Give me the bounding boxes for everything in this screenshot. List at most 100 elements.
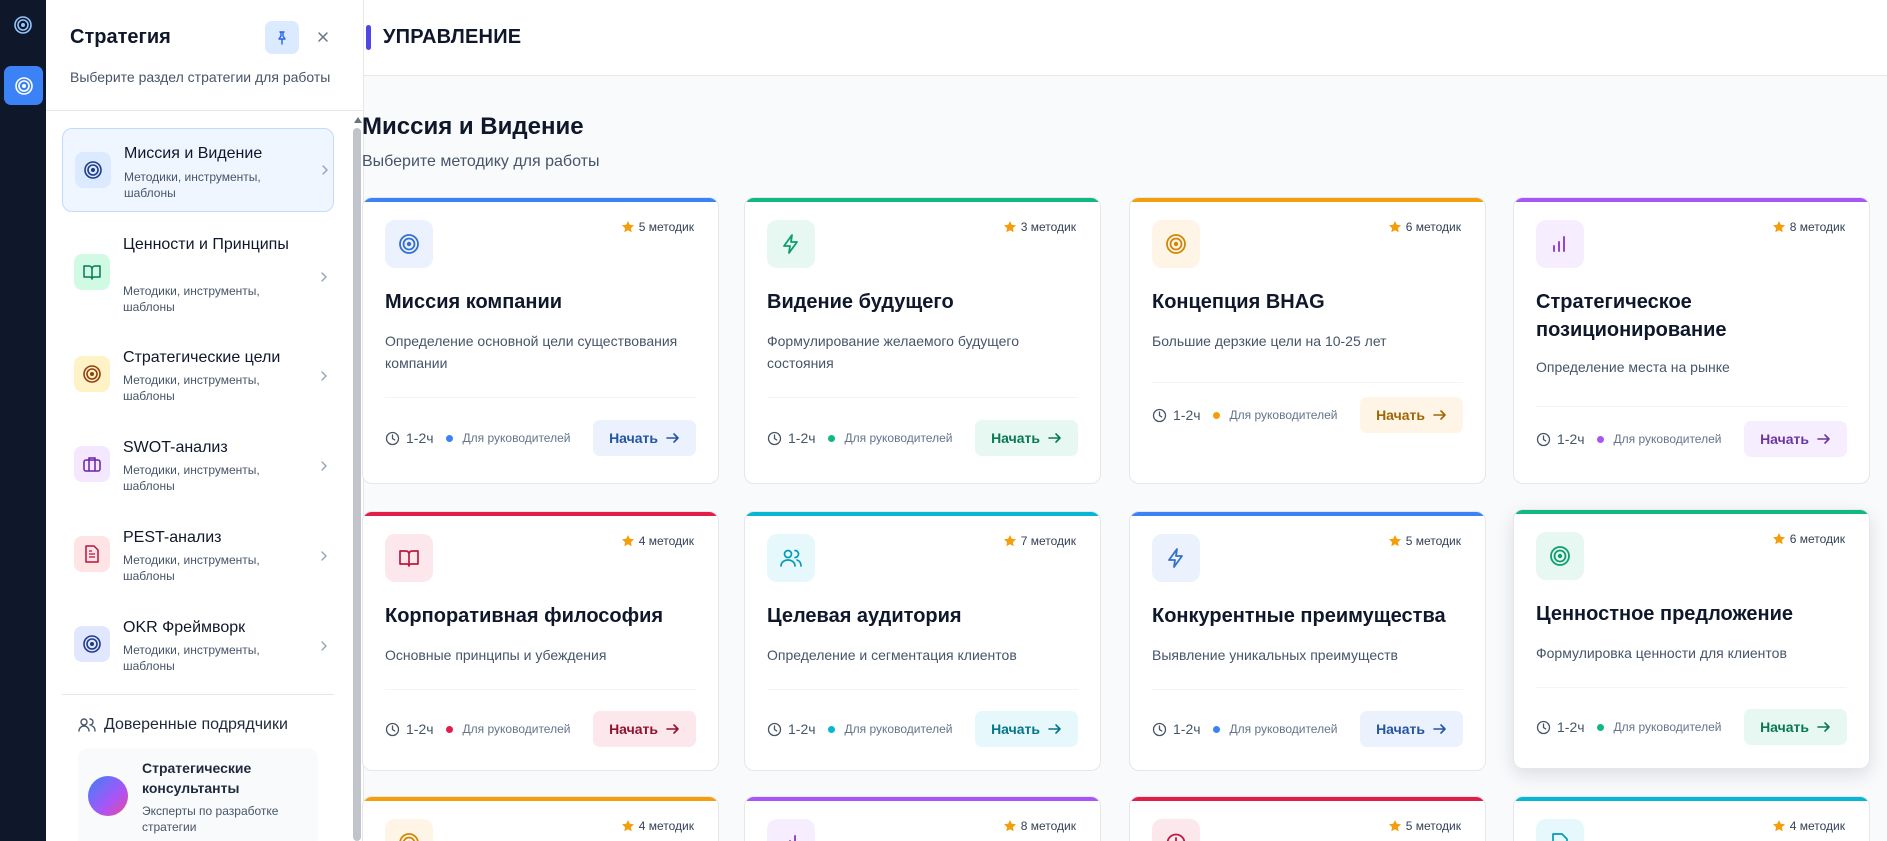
star-icon — [1388, 221, 1401, 233]
duration-text: 1-2ч — [406, 721, 434, 737]
clock-icon — [767, 431, 782, 445]
duration: 1-2ч — [767, 430, 816, 446]
card-accent-bar — [1130, 198, 1485, 202]
start-button[interactable]: Начать — [1360, 397, 1463, 433]
method-card[interactable]: 3 методик Видение будущего Формулирование… — [744, 197, 1101, 484]
method-card[interactable]: 4 методик — [1513, 796, 1870, 841]
methods-count: 6 методик — [1789, 532, 1845, 546]
sidebar-item-label: Стратегические цели — [123, 349, 281, 366]
start-button-label: Начать — [1376, 407, 1425, 423]
trusted-contractors-title: Доверенные подрядчики — [104, 716, 288, 733]
duration-text: 1-2ч — [1557, 431, 1585, 447]
close-icon — [318, 32, 328, 42]
document-icon — [1536, 819, 1584, 841]
card-separator — [1152, 689, 1463, 690]
target-icon — [1152, 220, 1200, 268]
card-title: Миссия компании — [385, 291, 563, 313]
card-separator — [767, 689, 1078, 690]
card-accent-bar — [745, 198, 1100, 202]
contractor-card[interactable]: Стратегические консультанты Эксперты по … — [78, 748, 318, 841]
star-icon — [1003, 221, 1016, 233]
card-title: Корпоративная философия — [385, 605, 664, 627]
strategy-sidebar: Стратегия Выберите раздел стратегии для … — [46, 0, 364, 841]
methods-count-badge: 5 методик — [1388, 534, 1461, 548]
methods-count-badge: 6 методик — [1388, 220, 1461, 234]
start-button[interactable]: Начать — [975, 711, 1078, 747]
star-icon — [1772, 820, 1785, 832]
sidebar-item-okr[interactable]: OKR Фреймворк Методики, инструменты, шаб… — [62, 616, 334, 700]
scroll-up-arrow-icon[interactable] — [354, 117, 362, 123]
header-accent-bar — [366, 25, 371, 50]
arrow-right-icon — [1433, 724, 1446, 734]
audience-dot — [1596, 723, 1604, 731]
methods-count-badge: 4 методик — [621, 819, 694, 833]
start-button[interactable]: Начать — [593, 420, 696, 456]
target-icon — [74, 626, 110, 662]
method-card[interactable]: 6 методик Концепция BHAG Большие дерзкие … — [1129, 197, 1486, 484]
sidebar-item-strategic-goals[interactable]: Стратегические цели Методики, инструмент… — [62, 346, 334, 430]
trusted-contractors-header: Доверенные подрядчики — [78, 714, 288, 736]
audience-dot — [1212, 725, 1220, 733]
start-button[interactable]: Начать — [1744, 709, 1847, 745]
start-button-label: Начать — [609, 430, 658, 446]
start-button[interactable]: Начать — [1360, 711, 1463, 747]
card-accent-bar — [1514, 198, 1869, 202]
methods-count: 3 методик — [1020, 220, 1076, 234]
methods-count-badge: 6 методик — [1772, 532, 1845, 546]
rail-strategy-target-icon[interactable] — [4, 66, 43, 105]
method-card[interactable]: 8 методик Стратегическое позиционировани… — [1513, 197, 1870, 484]
audience-text: Для руководителей — [1613, 432, 1722, 446]
sidebar-item-label: Ценности и Принципы — [123, 236, 289, 253]
duration-text: 1-2ч — [406, 430, 434, 446]
methods-count-badge: 8 методик — [1772, 220, 1845, 234]
methods-count-badge: 4 методик — [1772, 819, 1845, 833]
target-icon — [75, 152, 111, 188]
method-card[interactable]: 7 методик Целевая аудитория Определение и… — [744, 511, 1101, 771]
arrow-right-icon — [1817, 722, 1830, 732]
audience-text: Для руководителей — [844, 722, 953, 736]
star-icon — [621, 221, 634, 233]
clock-icon — [1536, 720, 1551, 734]
chevron-right-icon — [321, 162, 331, 175]
start-button[interactable]: Начать — [1744, 421, 1847, 457]
close-sidebar-button[interactable] — [313, 27, 333, 47]
method-card[interactable]: 6 методик Ценностное предложение Формулир… — [1513, 509, 1870, 769]
duration: 1-2ч — [385, 430, 434, 446]
audience-dot — [1212, 411, 1220, 419]
star-icon — [1388, 820, 1401, 832]
chevron-right-icon — [320, 458, 330, 471]
duration-text: 1-2ч — [1173, 407, 1201, 423]
arrow-right-icon — [1433, 410, 1446, 420]
methods-count: 8 методик — [1020, 819, 1076, 833]
method-card[interactable]: 4 методик — [362, 796, 719, 841]
card-separator — [1536, 687, 1847, 688]
bar-chart-icon — [767, 819, 815, 841]
rail-logo-target-icon[interactable] — [8, 10, 38, 40]
sidebar-scrollbar[interactable] — [351, 117, 362, 841]
book-icon — [385, 534, 433, 582]
sidebar-item-swot[interactable]: SWOT-анализ Методики, инструменты, шабло… — [62, 436, 334, 520]
method-card[interactable]: 5 методик — [1129, 796, 1486, 841]
start-button[interactable]: Начать — [593, 711, 696, 747]
card-title: Целевая аудитория — [767, 605, 962, 627]
sidebar-item-mission-vision[interactable]: Миссия и Видение Методики, инструменты, … — [62, 128, 334, 212]
method-card[interactable]: 8 методик — [744, 796, 1101, 841]
method-card[interactable]: 4 методик Корпоративная философия Основны… — [362, 511, 719, 771]
sidebar-item-label: SWOT-анализ — [123, 439, 228, 456]
card-description: Определение и сегментация клиентов — [767, 647, 1017, 663]
start-button-label: Начать — [1760, 719, 1809, 735]
clock-icon — [1152, 819, 1200, 841]
app-rail — [0, 0, 46, 841]
star-icon — [621, 535, 634, 547]
card-accent-bar — [1130, 512, 1485, 516]
pin-button[interactable] — [265, 21, 299, 54]
duration-text: 1-2ч — [1557, 719, 1585, 735]
chevron-right-icon — [320, 368, 330, 381]
scroll-thumb[interactable] — [353, 128, 361, 841]
sidebar-item-values-principles[interactable]: Ценности и Принципы Методики, инструмент… — [62, 230, 334, 330]
start-button[interactable]: Начать — [975, 420, 1078, 456]
sidebar-item-pest[interactable]: PEST-анализ Методики, инструменты, шабло… — [62, 526, 334, 610]
lightning-icon — [1152, 534, 1200, 582]
method-card[interactable]: 5 методик Миссия компании Определение осн… — [362, 197, 719, 484]
method-card[interactable]: 5 методик Конкурентные преимущества Выявл… — [1129, 511, 1486, 771]
